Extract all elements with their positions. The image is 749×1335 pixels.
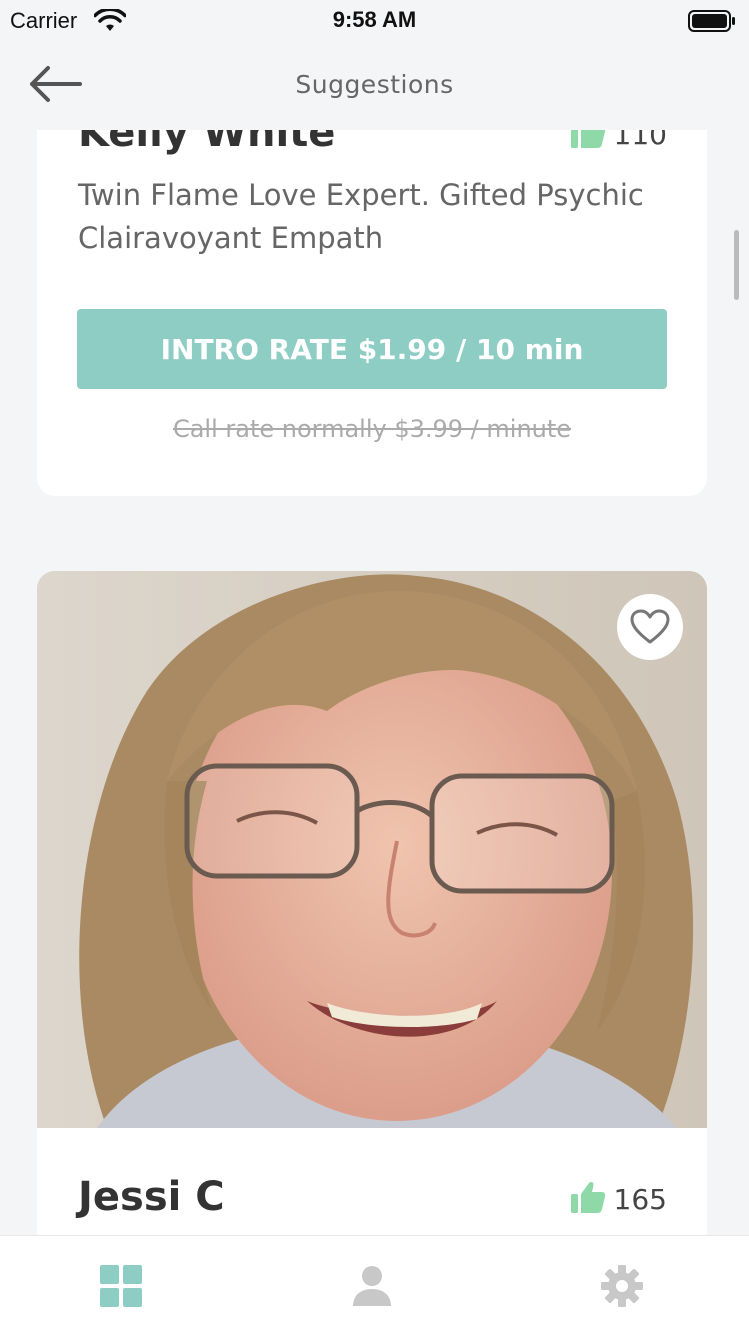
normal-rate-label: Call rate normally $3.99 / minute xyxy=(172,415,572,443)
advisor-card[interactable]: Jessi C 165 xyxy=(37,571,707,1235)
advisor-photo[interactable] xyxy=(37,571,707,1128)
clock: 9:58 AM xyxy=(332,7,417,32)
advisor-name: Jessi C xyxy=(78,1174,225,1220)
thumbs-up-icon xyxy=(570,1180,606,1218)
thumbs-up-icon xyxy=(570,130,606,153)
gear-icon xyxy=(601,1265,643,1311)
page-title: Suggestions xyxy=(295,70,454,99)
navigation-bar: Suggestions xyxy=(0,44,749,130)
tab-home[interactable] xyxy=(99,1265,143,1311)
grid-icon xyxy=(100,1265,142,1311)
tab-profile[interactable] xyxy=(350,1266,394,1310)
likes-count: 165 xyxy=(613,1182,667,1216)
advisor-card[interactable]: Kelly White 110 Twin Flame Love Expert. … xyxy=(37,130,707,496)
advisor-name: Kelly White xyxy=(78,130,336,156)
likes-badge: 165 xyxy=(570,1180,667,1218)
scrollbar[interactable] xyxy=(734,230,739,300)
battery-icon xyxy=(688,9,736,37)
tab-bar xyxy=(0,1235,749,1335)
user-icon xyxy=(352,1265,392,1311)
intro-rate-button[interactable]: INTRO RATE $1.99 / 10 min xyxy=(77,309,667,389)
heart-outline-icon xyxy=(630,609,670,645)
likes-badge: 110 xyxy=(570,130,667,153)
likes-count: 110 xyxy=(613,130,667,151)
tab-settings[interactable] xyxy=(600,1265,644,1311)
status-bar: Carrier 9:58 AM xyxy=(0,0,749,44)
advisor-tagline: Twin Flame Love Expert. Gifted Psychic C… xyxy=(78,178,644,255)
advisor-list[interactable]: Kelly White 110 Twin Flame Love Expert. … xyxy=(0,130,749,1235)
favorite-button[interactable] xyxy=(617,594,683,660)
